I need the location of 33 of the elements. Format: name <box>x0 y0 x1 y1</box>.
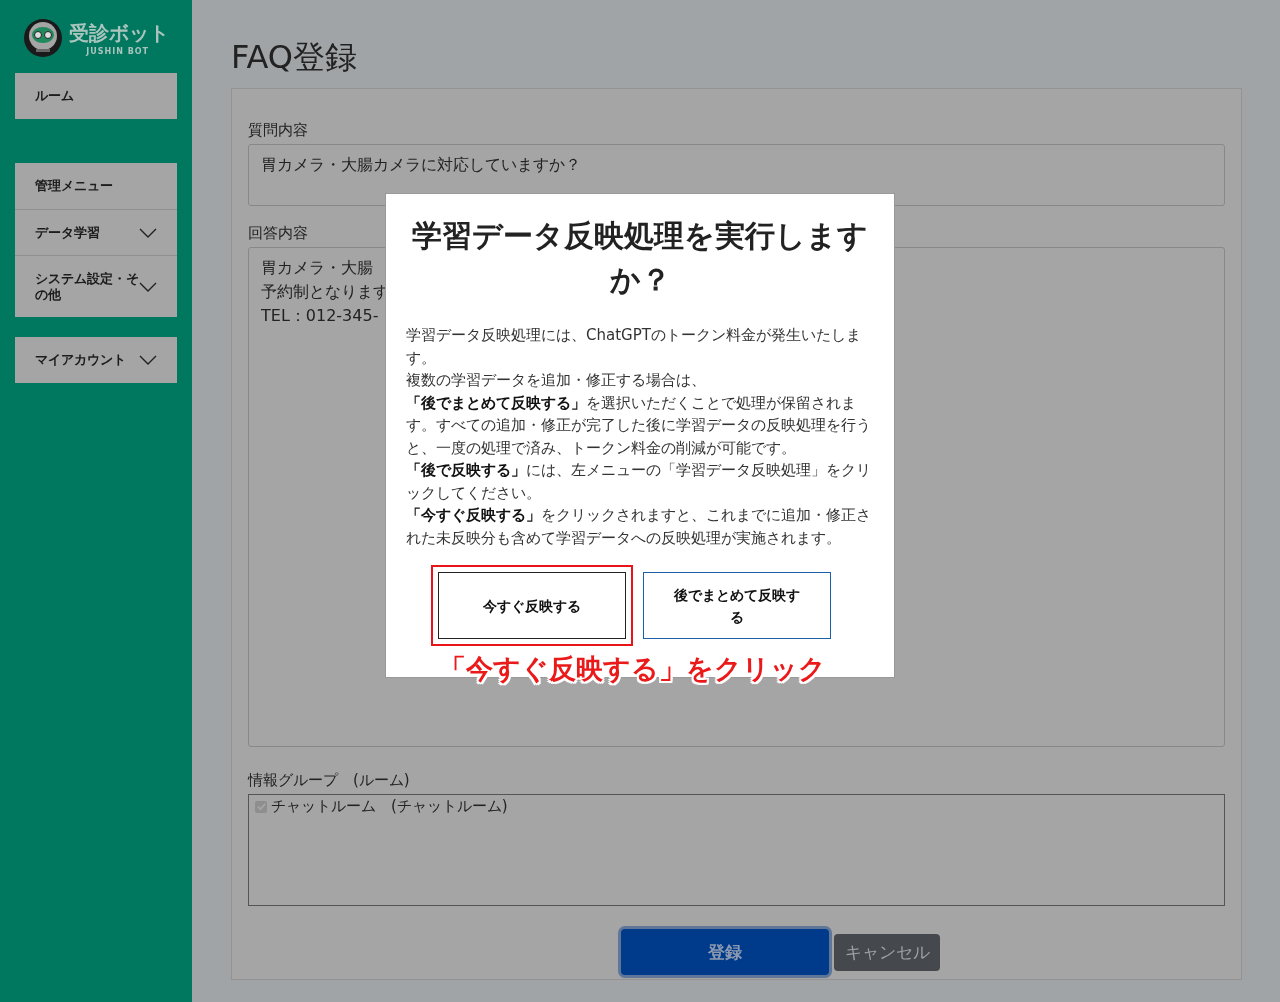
sidebar-menu-item[interactable]: システム設定・その他 <box>15 255 177 317</box>
chevron-down-icon <box>139 227 157 238</box>
chevron-down-icon <box>139 355 157 365</box>
annotation-text: 「今すぐ反映する」をクリック <box>439 652 826 686</box>
dialog-text: 学習データ反映処理には、ChatGPTのトークン料金が発生いたします。 <box>406 325 862 369</box>
menu-label: データ学習 <box>35 224 100 241</box>
page-title: FAQ登録 <box>231 37 358 78</box>
sidebar-menu-item[interactable]: 管理メニュー <box>15 163 177 209</box>
menu-label: マイアカウント <box>35 352 126 368</box>
checkbox-label: チャットルーム (チャットルーム) <box>271 797 508 816</box>
dialog-text: 複数の学習データを追加・修正する場合は、 <box>406 370 707 391</box>
question-field[interactable]: 胃カメラ・大腸カメラに対応していますか？ <box>248 144 1225 206</box>
menu-label: システム設定・その他 <box>35 270 139 303</box>
robot-logo-icon <box>23 18 63 58</box>
field-label: 情報グループ (ルーム) <box>248 771 410 790</box>
dialog-text: 「今すぐ反映する」をクリックされますと、これまでに追加・修正された未反映分も含めて学習データへの反映処理が実施されます。 <box>406 505 872 549</box>
logo-subtitle: JUSHIN BOT <box>86 47 149 56</box>
sidebar-menu-item[interactable]: ルーム <box>15 73 177 119</box>
apply-later-button[interactable]: 後でまとめて反映する <box>642 572 831 639</box>
sidebar-menu-item[interactable]: マイアカウント <box>15 337 177 383</box>
dialog-text: 「後で反映する」には、左メニューの「学習データ反映処理」をクリックしてください。 <box>406 460 872 504</box>
cancel-button[interactable]: キャンセル <box>834 933 940 971</box>
field-label: 回答内容 <box>248 224 308 243</box>
logo-text: 受診ボット <box>69 20 169 47</box>
sidebar-menu-item[interactable]: データ学習 <box>15 209 177 255</box>
apply-now-button[interactable]: 今すぐ反映する <box>437 572 626 639</box>
menu-label: ルーム <box>35 88 74 104</box>
dialog-title: 学習データ反映処理を実行しますか？ <box>411 217 869 299</box>
dialog-text: 「後でまとめて反映する」を選択いただくことで処理が保留されます。すべての追加・修正が完了した後に学習データの反映処理を行うと、一度の処理で済み、トークン料金の削減が可能です。 <box>406 392 872 459</box>
field-label: 質問内容 <box>248 121 308 140</box>
menu-label: 管理メニュー <box>35 178 113 194</box>
register-button[interactable]: 登録 <box>621 929 829 975</box>
chevron-down-icon <box>139 281 157 292</box>
